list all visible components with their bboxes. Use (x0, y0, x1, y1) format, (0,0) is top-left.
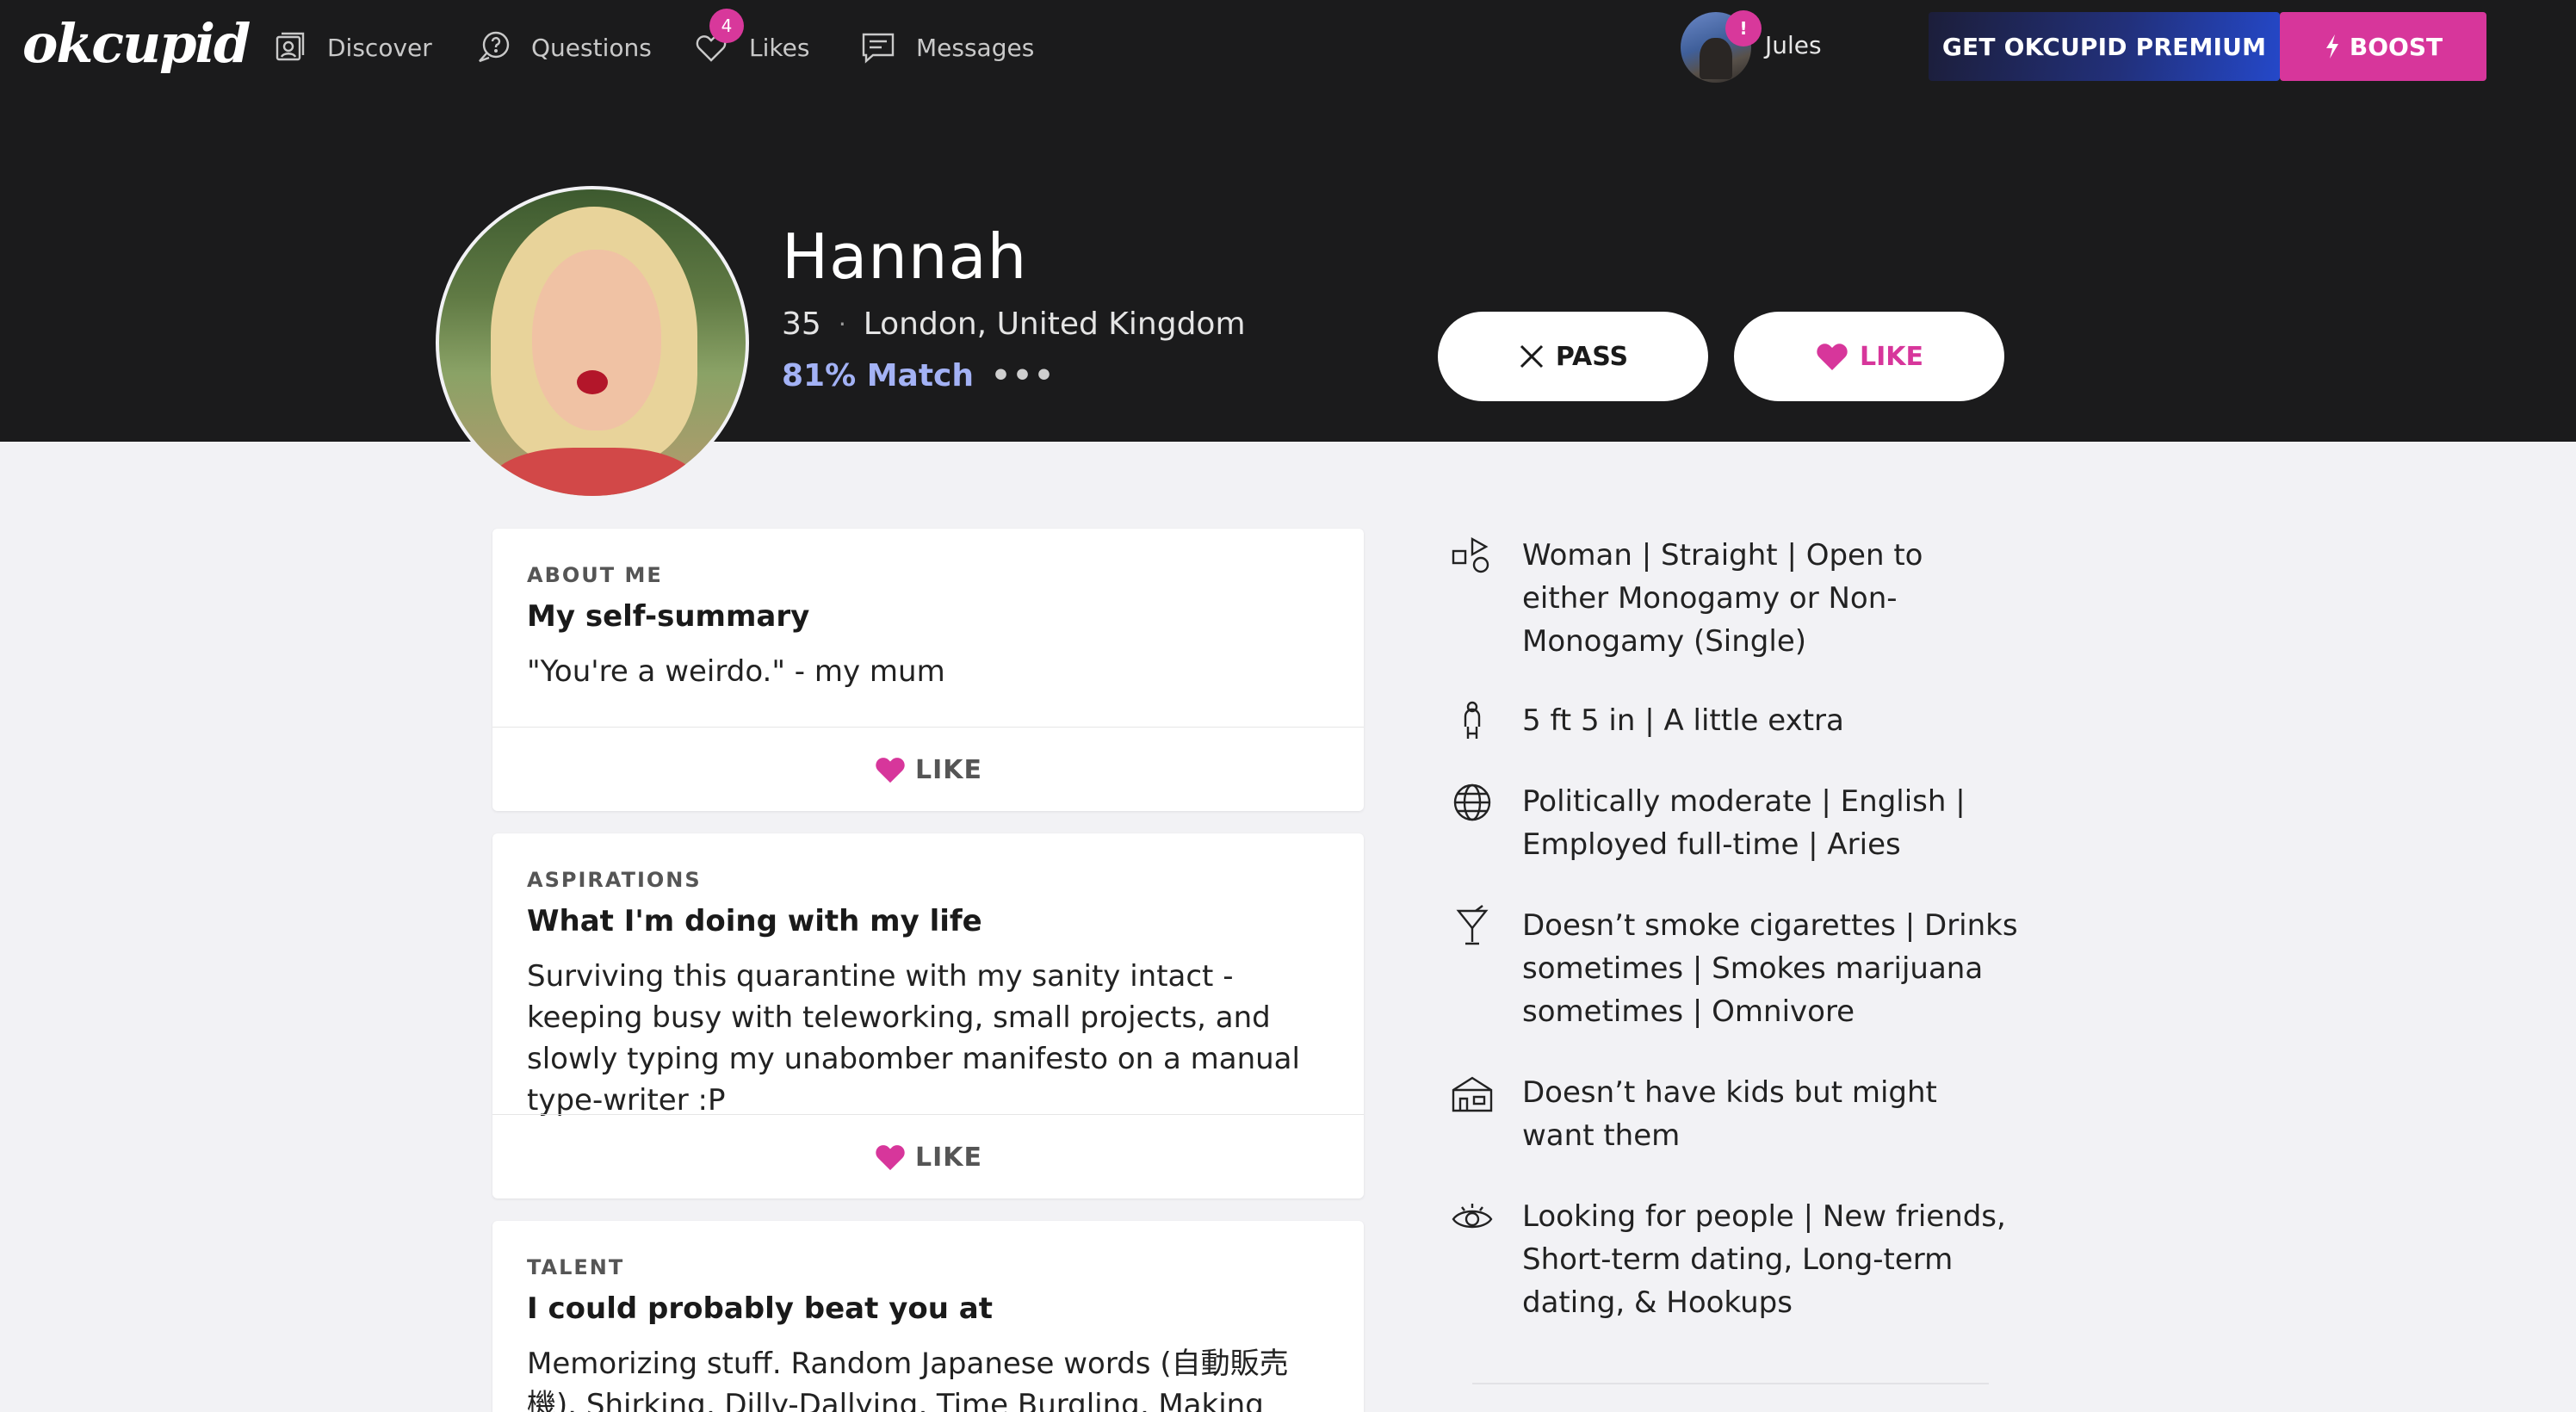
likes-count-badge: 4 (709, 9, 744, 43)
more-options-icon[interactable]: ••• (991, 358, 1056, 393)
detail-text: Doesn’t have kids but might want them (1522, 1075, 1937, 1153)
match-percentage: 81% Match ••• (782, 358, 1056, 393)
close-icon (1520, 344, 1543, 368)
nav-questions-label: Questions (531, 33, 652, 62)
essay-category: ABOUT ME (527, 563, 663, 587)
essay-like-button[interactable]: LIKE (492, 1116, 1364, 1198)
separator-dot: · (838, 310, 846, 338)
boost-button[interactable]: BOOST (2280, 12, 2486, 81)
globe-icon (1453, 783, 1491, 821)
divider (492, 1114, 1364, 1115)
essay-body: "You're a weirdo." - my mum (527, 654, 945, 689)
essay-like-label: LIKE (914, 1142, 983, 1173)
detail-background: Politically moderate | English | Employe… (1450, 780, 2018, 866)
detail-text: Doesn’t smoke cigarettes | Drinks someti… (1522, 908, 2018, 1029)
detail-identity: Woman | Straight | Open to either Monoga… (1450, 534, 2018, 663)
profile-location: London, United Kingdom (863, 307, 1246, 342)
question-icon (479, 31, 510, 63)
profile-name: Hannah (782, 220, 1028, 293)
heart-icon (876, 758, 905, 783)
profile-meta: 35 · London, United Kingdom (782, 307, 1246, 342)
nav-likes-label: Likes (749, 33, 810, 62)
nav-discover-label: Discover (327, 33, 432, 62)
lightning-icon (2325, 34, 2338, 59)
okcupid-logo[interactable]: okcupid (22, 12, 251, 75)
gender-shapes-icon (1452, 536, 1489, 573)
messages-icon (862, 33, 895, 64)
heart-icon (1817, 344, 1848, 370)
pass-button[interactable]: PASS (1438, 312, 1708, 401)
detail-looking-for: Looking for people | New friends, Short-… (1450, 1195, 2018, 1324)
essay-card-talent: TALENT I could probably beat you at Memo… (492, 1221, 1364, 1412)
detail-lifestyle: Doesn’t smoke cigarettes | Drinks someti… (1450, 904, 2018, 1033)
eye-icon (1452, 1204, 1493, 1229)
essay-body: Memorizing stuff. Random Japanese words … (527, 1347, 1289, 1412)
top-nav: okcupid Discover Questions Likes 4 Messa (0, 0, 2576, 95)
get-premium-button[interactable]: GET OKCUPID PREMIUM (1929, 12, 2280, 81)
essay-title: My self-summary (527, 599, 810, 634)
heart-icon (876, 1145, 905, 1171)
user-name[interactable]: Jules (1765, 31, 1822, 59)
essay-card-aspirations: ASPIRATIONS What I'm doing with my life … (492, 833, 1364, 1198)
essay-category: ASPIRATIONS (527, 868, 702, 892)
detail-family: Doesn’t have kids but might want them (1450, 1071, 2018, 1157)
essay-category: TALENT (527, 1255, 625, 1279)
house-icon (1452, 1076, 1493, 1112)
martini-icon (1456, 905, 1489, 945)
like-label: LIKE (1859, 341, 1924, 372)
profile-photo[interactable] (436, 186, 749, 499)
essay-title: What I'm doing with my life (527, 904, 982, 938)
detail-text: Politically moderate | English | Employe… (1522, 784, 1966, 862)
discover-icon (276, 32, 305, 61)
nav-messages-label: Messages (916, 33, 1035, 62)
nav-questions[interactable]: Questions (474, 26, 652, 69)
essay-like-button[interactable]: LIKE (492, 728, 1364, 811)
boost-label: BOOST (2349, 32, 2443, 61)
detail-body: 5 ft 5 in | A little extra (1450, 699, 2018, 744)
essay-like-label: LIKE (914, 754, 983, 785)
divider (1472, 1383, 1989, 1384)
nav-discover[interactable]: Discover (270, 26, 432, 69)
pass-label: PASS (1555, 341, 1629, 372)
nav-messages[interactable]: Messages (859, 26, 1034, 69)
nav-likes[interactable]: Likes (692, 26, 809, 69)
detail-text: Woman | Straight | Open to either Monoga… (1522, 538, 1923, 659)
profile-age: 35 (782, 307, 821, 342)
essay-body: Surviving this quarantine with my sanity… (527, 959, 1300, 1118)
essay-title: I could probably beat you at (527, 1291, 993, 1326)
detail-text: 5 ft 5 in | A little extra (1522, 703, 1844, 738)
match-label[interactable]: 81% Match (782, 358, 974, 393)
divider (492, 727, 1364, 728)
like-button[interactable]: LIKE (1734, 312, 2004, 401)
essay-card-about-me: ABOUT ME My self-summary "You're a weird… (492, 529, 1364, 811)
person-icon (1464, 701, 1481, 739)
user-notification-badge: ! (1725, 10, 1762, 46)
detail-text: Looking for people | New friends, Short-… (1522, 1199, 2006, 1320)
